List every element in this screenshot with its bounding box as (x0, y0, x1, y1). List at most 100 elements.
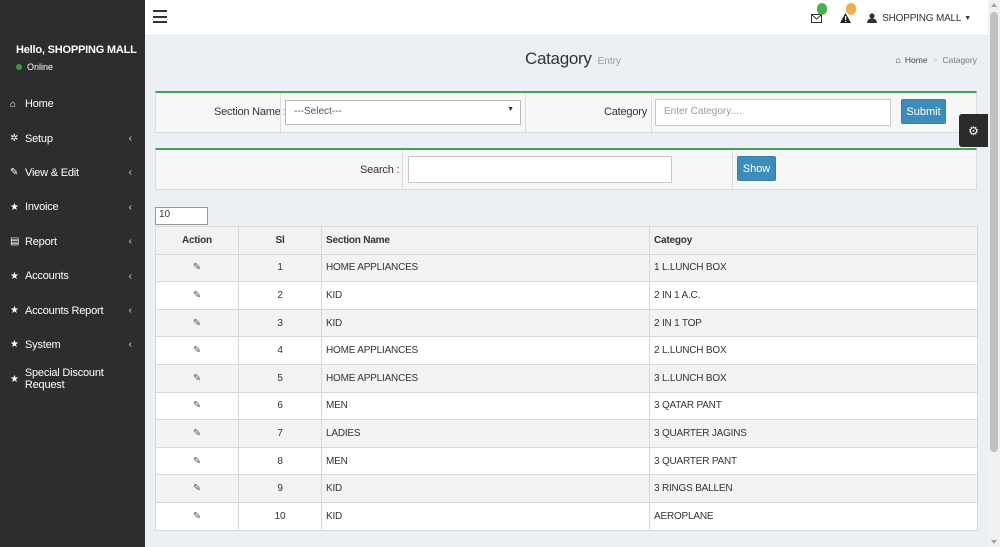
edit-icon[interactable]: ✎ (193, 262, 201, 273)
edit-icon[interactable]: ✎ (193, 373, 201, 384)
sidebar-item-label: View & Edit (25, 166, 79, 179)
sidebar-item-label: System (25, 338, 61, 351)
star-icon: ★ (10, 201, 19, 213)
sl-cell: 8 (238, 446, 322, 476)
sl-cell: 2 (238, 281, 322, 310)
action-cell: ✎ (155, 363, 239, 393)
select-arrow-icon: ▼ (507, 106, 514, 113)
scroll-up-arrow-icon[interactable] (991, 3, 997, 7)
page-size-input[interactable]: 10 (155, 207, 208, 225)
section-name-selected: ---Select--- (294, 106, 342, 117)
table-row: ✎ 6 MEN 3 QATAR PANT (155, 391, 978, 421)
scrollbar-thumb[interactable] (990, 12, 998, 452)
table-row: ✎ 10 KID AEROPLANE (155, 501, 978, 531)
home-icon: ⌂ (10, 98, 17, 110)
home-icon: ⌂ (895, 55, 901, 65)
vertical-scrollbar[interactable] (988, 0, 1000, 547)
chevron-left-icon: ‹ (128, 270, 132, 282)
category-label: Category : (604, 106, 653, 118)
page-subtitle: Entry (597, 56, 621, 67)
sidebar-item-report[interactable]: ▤ Report ‹ (0, 225, 145, 259)
show-button[interactable]: Show (737, 156, 776, 181)
sidebar-item-system[interactable]: ★ System ‹ (0, 328, 145, 362)
table-row: ✎ 9 KID 3 RINGS BALLEN (155, 474, 978, 503)
section-name-select[interactable]: ---Select--- ▼ (285, 100, 521, 125)
category-cell: 3 QATAR PANT (649, 391, 978, 421)
breadcrumb-home-link[interactable]: Home (905, 55, 928, 65)
sidebar-menu: ⌂ Home ✲ Setup ‹ ✎ View & Edit ‹ ★ Invoice ‹ ▤ Repor… (0, 87, 145, 397)
page-title: Catagory (525, 49, 592, 68)
section-name-cell: KID (321, 474, 650, 503)
user-menu-label: SHOPPING MALL (882, 12, 962, 24)
breadcrumb-separator: > (932, 55, 938, 65)
section-name-cell: KID (321, 308, 650, 338)
scroll-down-arrow-icon[interactable] (991, 540, 997, 544)
online-status-dot (16, 64, 22, 70)
search-input[interactable] (408, 156, 672, 183)
section-name-cell: HOME APPLIANCES (321, 336, 650, 365)
sidebar-item-label: Accounts Report (25, 304, 104, 317)
file-icon: ▤ (10, 236, 20, 248)
table-header-row: Action Sl Section Name Categoy (155, 226, 978, 255)
column-header-sl: Sl (238, 226, 322, 255)
sidebar-toggle-icon[interactable] (153, 10, 167, 23)
sidebar-item-invoice[interactable]: ★ Invoice ‹ (0, 190, 145, 224)
section-name-cell: MEN (321, 391, 650, 421)
chevron-left-icon: ‹ (128, 201, 132, 213)
sidebar-item-accounts[interactable]: ★ Accounts ‹ (0, 259, 145, 293)
action-cell: ✎ (155, 474, 239, 503)
user-account-menu[interactable]: SHOPPING MALL ▼ (860, 13, 988, 24)
category-cell: 1 L.LUNCH BOX (649, 253, 978, 283)
table-body: ✎ 1 HOME APPLIANCES 1 L.LUNCH BOX ✎ 2 KID 2 IN … (155, 253, 978, 531)
table-row: ✎ 1 HOME APPLIANCES 1 L.LUNCH BOX (155, 253, 978, 283)
user-greeting: Hello, SHOPPING MALL (16, 44, 137, 56)
sidebar-item-home[interactable]: ⌂ Home (0, 87, 145, 121)
sidebar-item-view-edit[interactable]: ✎ View & Edit ‹ (0, 156, 145, 190)
sidebar-item-label: Special Discount Request (24, 367, 104, 392)
alerts-button[interactable] (831, 0, 860, 36)
edit-icon[interactable]: ✎ (193, 483, 201, 494)
search-form: Search : Show (155, 148, 977, 190)
sl-cell: 9 (238, 474, 322, 503)
edit-icon[interactable]: ✎ (193, 428, 201, 439)
messages-button[interactable] (802, 0, 831, 36)
edit-icon[interactable]: ✎ (193, 318, 201, 329)
caret-down-icon: ▼ (964, 14, 971, 22)
category-input[interactable]: Enter Category.... (655, 99, 891, 126)
chevron-left-icon: ‹ (128, 236, 132, 248)
table-row: ✎ 4 HOME APPLIANCES 2 L.LUNCH BOX (155, 336, 978, 365)
submit-button[interactable]: Submit (901, 99, 946, 124)
breadcrumb-current: Catagory (942, 55, 978, 65)
action-cell: ✎ (155, 419, 239, 448)
top-navbar: SHOPPING MALL ▼ (145, 0, 988, 36)
sidebar-item-special-discount-request[interactable]: ★ Special Discount Request (0, 362, 145, 396)
sidebar-item-label: Setup (25, 132, 53, 145)
settings-gear-icon[interactable]: ⚙ (959, 114, 988, 147)
messages-badge (817, 3, 828, 15)
edit-icon[interactable]: ✎ (193, 456, 201, 467)
table-row: ✎ 7 LADIES 3 QUARTER JAGINS (155, 419, 978, 448)
category-cell: 2 IN 1 A.C. (649, 281, 978, 310)
sl-cell: 4 (238, 336, 322, 365)
star-icon: ★ (10, 305, 19, 317)
edit-icon[interactable]: ✎ (193, 290, 201, 301)
category-cell: 3 QUARTER PANT (649, 446, 978, 476)
alerts-badge (846, 3, 857, 15)
user-icon (867, 13, 878, 23)
sidebar: Hello, SHOPPING MALL Online ⌂ Home ✲ Setup ‹… (0, 0, 145, 547)
sidebar-item-setup[interactable]: ✲ Setup ‹ (0, 121, 145, 155)
section-name-cell: KID (321, 501, 650, 531)
category-entry-form: Section Name : ---Select--- ▼ Category :… (155, 91, 977, 133)
edit-icon[interactable]: ✎ (193, 345, 201, 356)
sidebar-item-accounts-report[interactable]: ★ Accounts Report ‹ (0, 293, 145, 327)
navbar-right: SHOPPING MALL ▼ (802, 0, 988, 36)
column-header-action: Action (155, 226, 239, 255)
edit-icon[interactable]: ✎ (193, 511, 201, 522)
user-status-label: Online (27, 62, 54, 72)
action-cell: ✎ (155, 501, 239, 531)
action-cell: ✎ (155, 308, 239, 338)
sl-cell: 3 (238, 308, 322, 338)
edit-icon[interactable]: ✎ (193, 400, 201, 411)
section-name-cell: KID (321, 281, 650, 310)
category-cell: 3 L.LUNCH BOX (649, 363, 978, 393)
